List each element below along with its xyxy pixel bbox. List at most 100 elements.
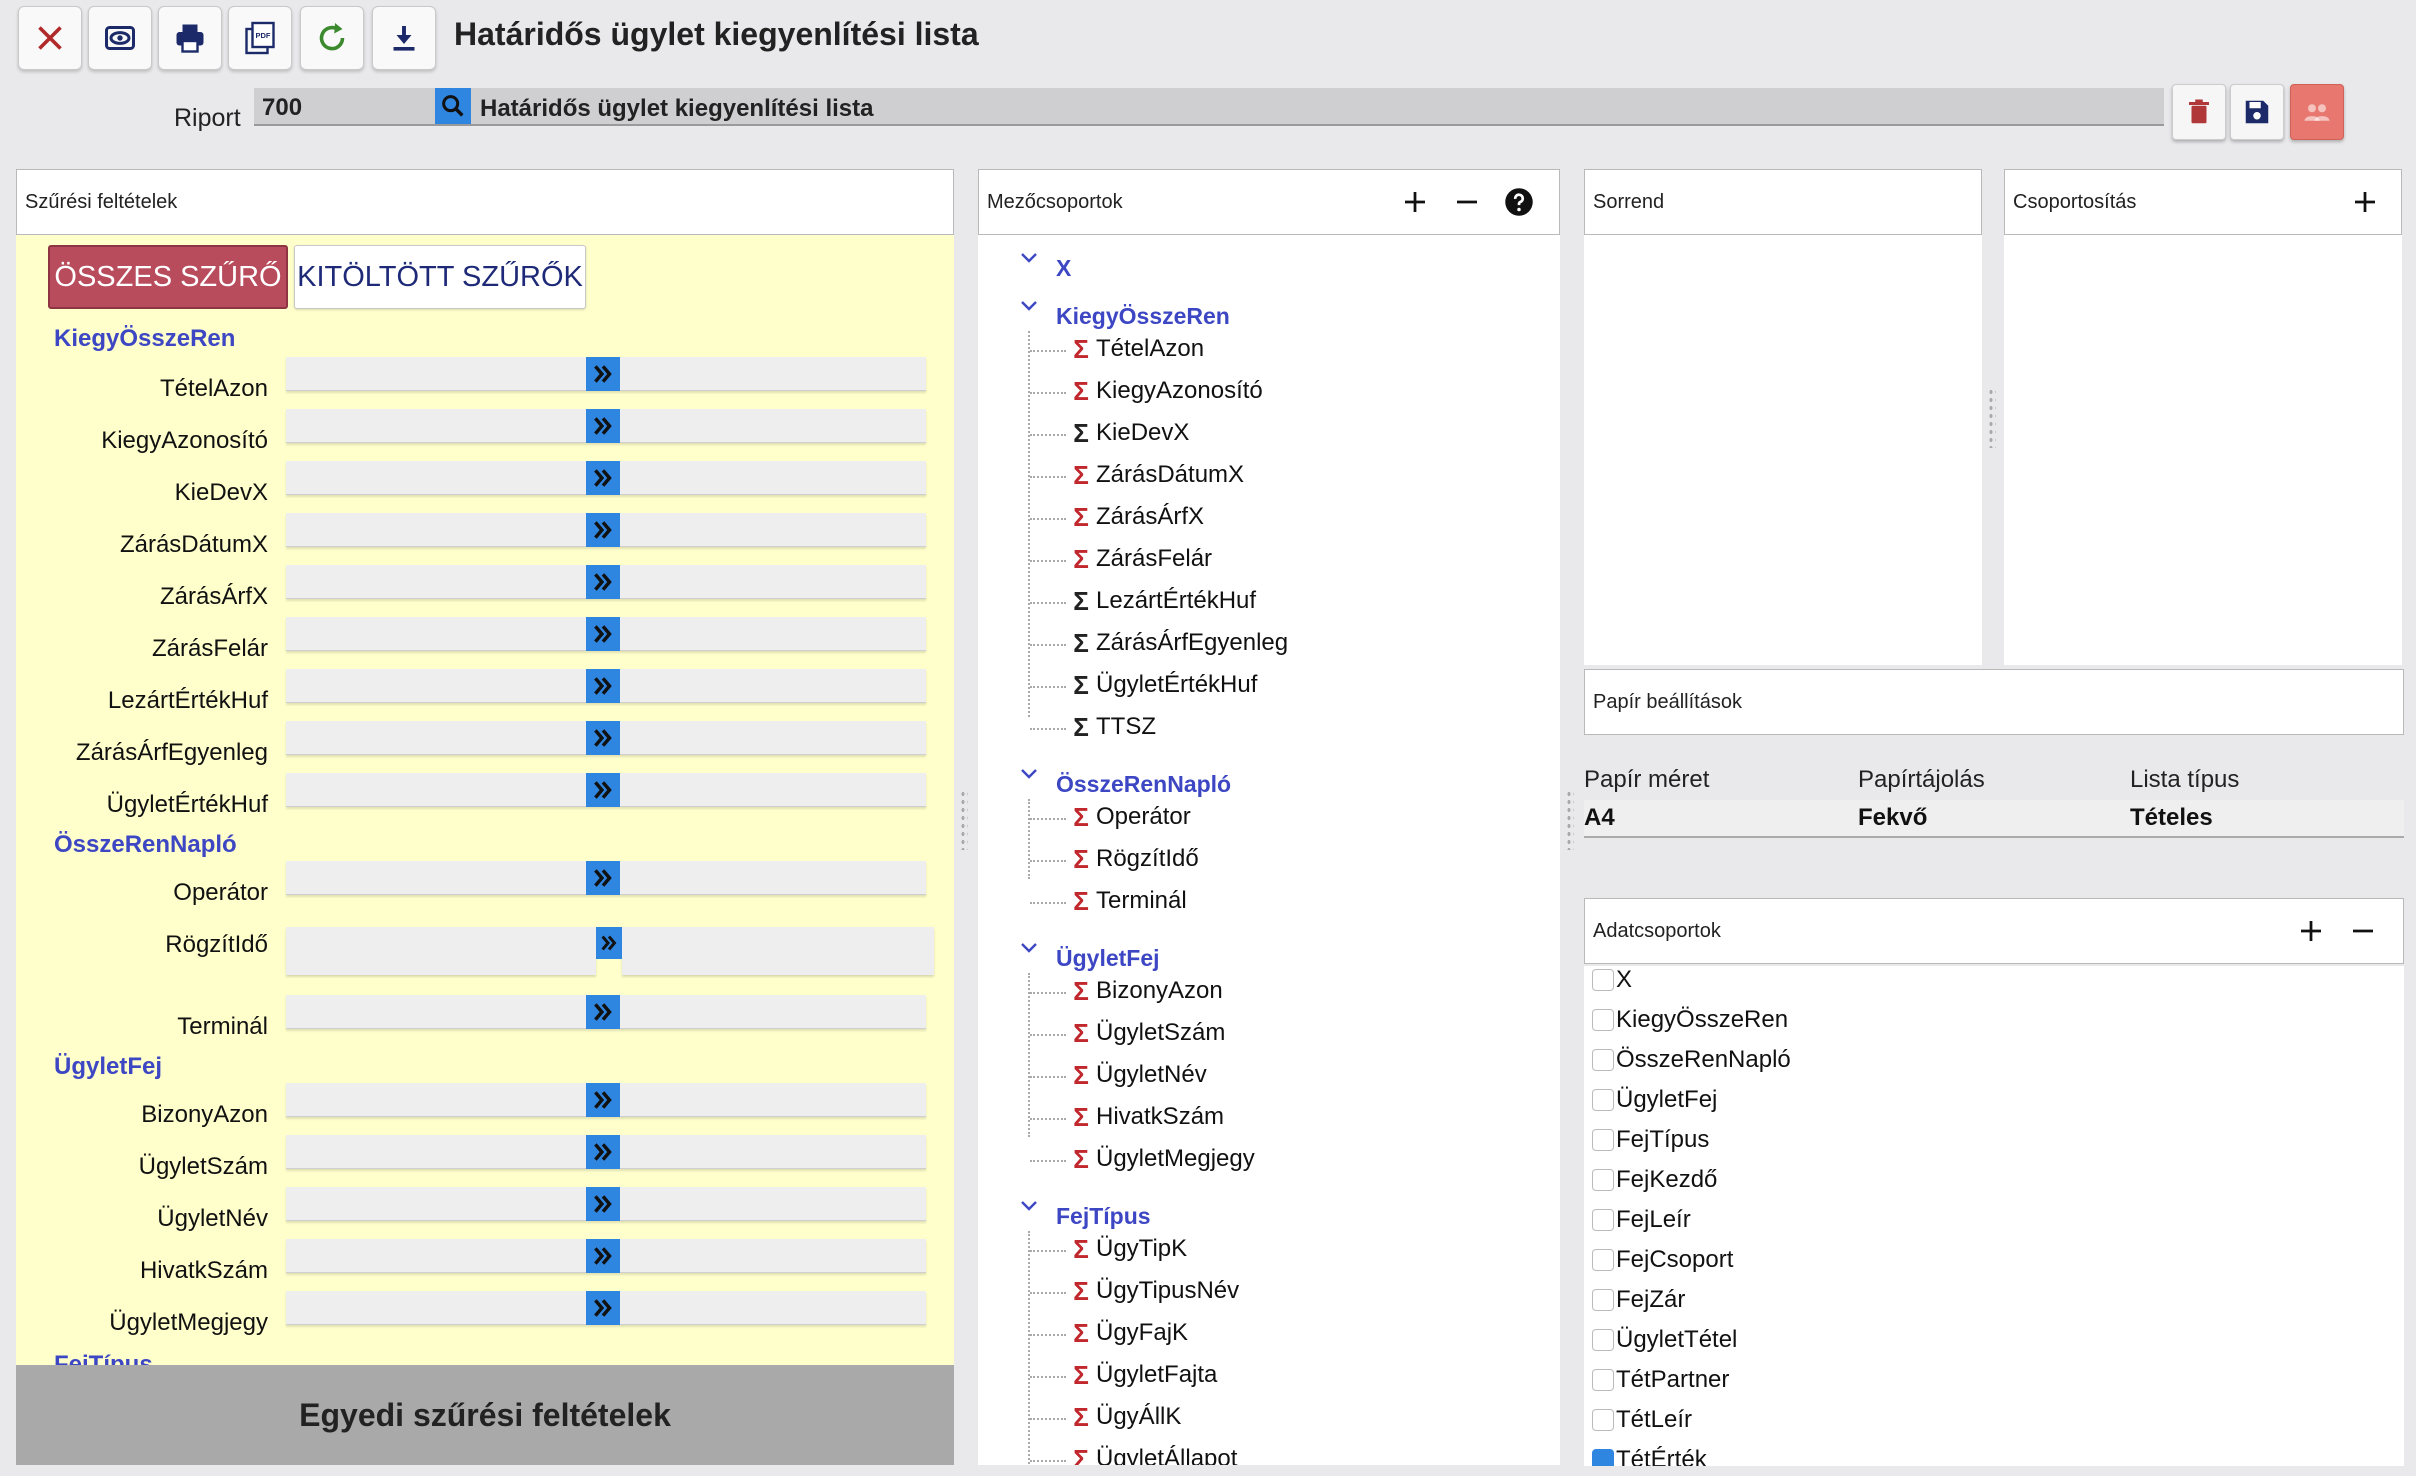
date-from-input[interactable] [286,927,596,975]
checkbox[interactable] [1592,969,1614,991]
sort-panel[interactable] [1584,235,1982,665]
checkbox-checked[interactable] [1592,1449,1614,1466]
close-button[interactable] [18,6,82,70]
filter-chevron-button[interactable] [586,995,620,1029]
filter-chevron-button[interactable] [586,513,620,547]
tree-item[interactable]: Σ ÜgyFajK [1070,1319,1188,1347]
tree-item[interactable]: Σ ÜgyÁllK [1070,1403,1181,1431]
datagroup-item[interactable]: FejTípus [1592,1126,1709,1154]
filter-input[interactable] [286,1083,926,1117]
tree-item[interactable]: Σ ÜgyletÉrtékHuf [1070,671,1257,699]
chevron-down-icon[interactable] [1020,941,1038,955]
filter-input[interactable] [286,461,926,495]
datagroup-item[interactable]: X [1592,966,1632,994]
filter-input[interactable] [286,861,926,895]
datagroup-item[interactable]: ÖsszeRenNapló [1592,1046,1791,1074]
add-datagroup-button[interactable] [2293,913,2329,949]
remove-datagroup-button[interactable] [2345,913,2381,949]
filter-input[interactable] [286,1135,926,1169]
tree-group[interactable]: ÜgyletFej [1056,945,1160,972]
filter-chevron-button[interactable] [586,617,620,651]
riport-search-button[interactable] [435,88,471,124]
filter-chevron-button[interactable] [586,1135,620,1169]
checkbox[interactable] [1592,1129,1614,1151]
tree-item[interactable]: Σ KieDevX [1070,419,1189,447]
datagroup-item[interactable]: FejLeír [1592,1206,1691,1234]
datagroup-item[interactable]: TétÉrték [1592,1446,1707,1466]
preview-button[interactable] [88,6,152,70]
tree-item[interactable]: Σ ÜgyTipusNév [1070,1277,1239,1305]
paper-orientation-select[interactable]: Fekvő [1858,804,1927,832]
tree-item[interactable]: Σ TTSZ [1070,713,1156,741]
delete-button[interactable] [2172,84,2226,140]
add-grouping-button[interactable] [2347,184,2383,220]
tree-item[interactable]: Σ HivatkSzám [1070,1103,1224,1131]
splitter-handle[interactable] [1566,790,1574,850]
tree-item[interactable]: Σ ZárásFelár [1070,545,1212,573]
filter-date-range[interactable] [286,927,934,975]
riport-code[interactable]: 700 [262,94,302,122]
filter-input[interactable] [286,1239,926,1273]
checkbox[interactable] [1592,1249,1614,1271]
filter-chevron-button[interactable] [586,1239,620,1273]
all-filters-button[interactable]: ÖSSZES SZŰRŐ [48,245,288,309]
filter-input[interactable] [286,513,926,547]
chevron-down-icon[interactable] [1020,251,1038,265]
tree-item[interactable]: Σ RögzítIdő [1070,845,1199,873]
pdf-button[interactable]: PDF [228,6,292,70]
checkbox[interactable] [1592,1329,1614,1351]
datagroup-item[interactable]: FejZár [1592,1286,1685,1314]
datagroup-item[interactable]: TétLeír [1592,1406,1692,1434]
filter-chevron-button[interactable] [586,861,620,895]
filter-input[interactable] [286,565,926,599]
filter-chevron-button[interactable] [586,669,620,703]
filter-input[interactable] [286,721,926,755]
expand-all-button[interactable] [1397,184,1433,220]
filter-input[interactable] [286,669,926,703]
chevron-down-icon[interactable] [1020,299,1038,313]
filter-chevron-button[interactable] [586,1187,620,1221]
datagroup-item[interactable]: TétPartner [1592,1366,1729,1394]
tree-group[interactable]: KiegyÖsszeRen [1056,303,1230,330]
filter-input[interactable] [286,1291,926,1325]
datagroup-item[interactable]: FejKezdő [1592,1166,1717,1194]
collapse-all-button[interactable] [1449,184,1485,220]
checkbox[interactable] [1592,1289,1614,1311]
download-button[interactable] [372,6,436,70]
tree-group[interactable]: X [1056,255,1071,282]
tree-item[interactable]: Σ LezártÉrtékHuf [1070,587,1256,615]
filter-chevron-button[interactable] [586,721,620,755]
tree-item[interactable]: Σ ZárásDátumX [1070,461,1244,489]
print-button[interactable] [158,6,222,70]
checkbox[interactable] [1592,1089,1614,1111]
tree-item[interactable]: Σ ÜgyTipK [1070,1235,1187,1263]
tree-group[interactable]: FejTípus [1056,1203,1151,1230]
custom-filters-bar[interactable]: Egyedi szűrési feltételek [16,1365,954,1465]
filter-input[interactable] [286,995,926,1029]
tree-group[interactable]: ÖsszeRenNapló [1056,771,1231,798]
tree-item[interactable]: Σ ÜgyletFajta [1070,1361,1217,1389]
tree-item[interactable]: Σ Terminál [1070,887,1187,915]
checkbox[interactable] [1592,1009,1614,1031]
checkbox[interactable] [1592,1049,1614,1071]
tree-item[interactable]: Σ KiegyAzonosító [1070,377,1263,405]
chevron-down-icon[interactable] [1020,1199,1038,1213]
tree-item[interactable]: Σ ZárásÁrfEgyenleg [1070,629,1288,657]
tree-item[interactable]: Σ ÜgyletSzám [1070,1019,1225,1047]
filter-input[interactable] [286,357,926,391]
chevron-down-icon[interactable] [1020,767,1038,781]
splitter-handle[interactable] [1988,388,1996,448]
paper-size-select[interactable]: A4 [1584,804,1615,832]
help-button[interactable] [1501,184,1537,220]
datagroup-item[interactable]: ÜgyletFej [1592,1086,1717,1114]
refresh-button[interactable] [300,6,364,70]
filter-chevron-button[interactable] [596,927,622,959]
date-to-input[interactable] [622,927,934,975]
filter-chevron-button[interactable] [586,565,620,599]
tree-item[interactable]: Σ BizonyAzon [1070,977,1223,1005]
datagroup-item[interactable]: FejCsoport [1592,1246,1733,1274]
datagroup-item[interactable]: KiegyÖsszeRen [1592,1006,1788,1034]
datagroup-item[interactable]: ÜgyletTétel [1592,1326,1737,1354]
share-button[interactable] [2290,84,2344,140]
filter-input[interactable] [286,773,926,807]
